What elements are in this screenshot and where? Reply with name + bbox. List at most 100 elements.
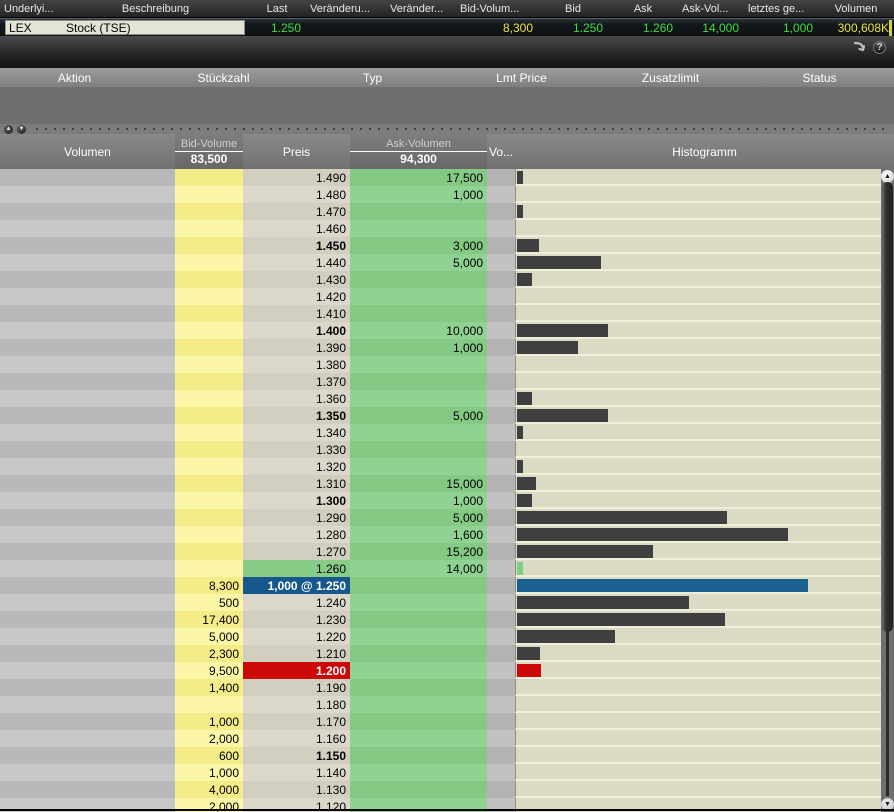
ask-volume-cell[interactable] <box>350 424 487 441</box>
bid-volume-cell[interactable] <box>175 560 243 577</box>
splitter-grip[interactable] <box>36 128 888 130</box>
orders-column-stückzahl[interactable]: Stückzahl <box>149 71 298 85</box>
ask-volume-cell[interactable] <box>350 713 487 730</box>
bid-volume-cell[interactable]: 1,000 <box>175 764 243 781</box>
ladder-header-volume[interactable]: Volumen <box>0 134 175 169</box>
ask-volume-cell[interactable] <box>350 662 487 679</box>
ask-volume-cell[interactable]: 15,000 <box>350 475 487 492</box>
ask-volume-cell[interactable]: 1,000 <box>350 492 487 509</box>
price-cell[interactable]: 1.350 <box>243 407 350 424</box>
bid-volume-cell[interactable] <box>175 458 243 475</box>
splitter-down-icon[interactable]: ▼ <box>17 125 26 134</box>
price-cell[interactable]: 1.410 <box>243 305 350 322</box>
ask-volume-cell[interactable] <box>350 305 487 322</box>
ask-volume-cell[interactable] <box>350 764 487 781</box>
ladder-header-ask-volume[interactable]: Ask-Volumen 94,300 <box>350 134 487 169</box>
ask-volume-cell[interactable] <box>350 220 487 237</box>
bid-volume-cell[interactable]: 2,000 <box>175 730 243 747</box>
bid-volume-cell[interactable] <box>175 407 243 424</box>
bid-volume-cell[interactable] <box>175 509 243 526</box>
price-cell[interactable]: 1.330 <box>243 441 350 458</box>
ask-volume-cell[interactable] <box>350 696 487 713</box>
ask-volume-cell[interactable] <box>350 628 487 645</box>
quote-column-header-4[interactable]: Veränder... <box>386 0 456 17</box>
ask-volume-cell[interactable] <box>350 271 487 288</box>
ask-volume-cell[interactable] <box>350 458 487 475</box>
panel-splitter[interactable]: ▲ ▼ <box>0 124 894 134</box>
bid-volume-cell[interactable]: 600 <box>175 747 243 764</box>
price-cell[interactable]: 1.310 <box>243 475 350 492</box>
ask-volume-cell[interactable] <box>350 441 487 458</box>
bid-volume-cell[interactable] <box>175 237 243 254</box>
ask-volume-cell[interactable] <box>350 747 487 764</box>
ask-volume-cell[interactable]: 14,000 <box>350 560 487 577</box>
ask-volume-cell[interactable]: 1,000 <box>350 339 487 356</box>
bid-volume-cell[interactable]: 9,500 <box>175 662 243 679</box>
quote-column-header-8[interactable]: Ask-Vol... <box>678 0 744 17</box>
bid-volume-cell[interactable] <box>175 475 243 492</box>
ask-volume-cell[interactable] <box>350 594 487 611</box>
ladder-header-bid-volume[interactable]: Bid-Volume 83,500 <box>175 134 243 169</box>
ladder-header-histogram[interactable]: Histogramm <box>515 134 894 169</box>
price-cell[interactable]: 1.220 <box>243 628 350 645</box>
price-cell[interactable]: 1.280 <box>243 526 350 543</box>
ask-volume-cell[interactable] <box>350 645 487 662</box>
bid-volume-cell[interactable] <box>175 390 243 407</box>
bid-volume-cell[interactable]: 1,000 <box>175 713 243 730</box>
bid-volume-cell[interactable] <box>175 220 243 237</box>
price-cell[interactable]: 1.320 <box>243 458 350 475</box>
bid-volume-cell[interactable] <box>175 288 243 305</box>
ask-volume-cell[interactable]: 1,000 <box>350 186 487 203</box>
price-cell[interactable]: 1.150 <box>243 747 350 764</box>
price-cell[interactable]: 1.230 <box>243 611 350 628</box>
quote-column-header-1[interactable]: Beschreibung <box>63 0 248 17</box>
bid-volume-cell[interactable] <box>175 271 243 288</box>
bid-volume-cell[interactable] <box>175 492 243 509</box>
price-cell[interactable]: 1.200 <box>243 662 350 679</box>
ask-volume-cell[interactable] <box>350 288 487 305</box>
price-cell[interactable]: 1.470 <box>243 203 350 220</box>
ask-volume-cell[interactable]: 10,000 <box>350 322 487 339</box>
bid-volume-cell[interactable] <box>175 543 243 560</box>
quote-column-header-6[interactable]: Bid <box>538 0 608 17</box>
price-cell[interactable]: 1.210 <box>243 645 350 662</box>
symbol-cell[interactable]: LEX Stock (TSE) <box>5 20 245 35</box>
price-cell[interactable]: 1.490 <box>243 169 350 186</box>
ask-volume-cell[interactable]: 17,500 <box>350 169 487 186</box>
price-cell[interactable]: 1.270 <box>243 543 350 560</box>
price-cell[interactable]: 1.400 <box>243 322 350 339</box>
orders-column-typ[interactable]: Typ <box>298 71 447 85</box>
price-cell[interactable]: 1.420 <box>243 288 350 305</box>
price-cell[interactable]: 1.390 <box>243 339 350 356</box>
bid-volume-cell[interactable]: 500 <box>175 594 243 611</box>
ask-volume-cell[interactable] <box>350 679 487 696</box>
price-cell[interactable]: 1.140 <box>243 764 350 781</box>
bid-volume-cell[interactable] <box>175 373 243 390</box>
detach-arrow-icon[interactable] <box>853 40 867 54</box>
quote-column-header-3[interactable]: Veränderu... <box>306 0 386 17</box>
ask-volume-cell[interactable]: 5,000 <box>350 407 487 424</box>
quote-column-header-7[interactable]: Ask <box>608 0 678 17</box>
bid-volume-cell[interactable]: 2,300 <box>175 645 243 662</box>
bid-volume-cell[interactable] <box>175 424 243 441</box>
price-cell[interactable]: 1.450 <box>243 237 350 254</box>
ask-volume-cell[interactable]: 5,000 <box>350 254 487 271</box>
price-cell[interactable]: 1.370 <box>243 373 350 390</box>
help-icon[interactable]: ? <box>873 41 886 54</box>
ask-volume-cell[interactable] <box>350 577 487 594</box>
bid-volume-cell[interactable] <box>175 186 243 203</box>
price-cell[interactable]: 1.290 <box>243 509 350 526</box>
price-cell[interactable]: 1.340 <box>243 424 350 441</box>
quote-column-header-5[interactable]: Bid-Volum... <box>456 0 538 17</box>
price-cell[interactable]: 1.240 <box>243 594 350 611</box>
price-cell[interactable]: 1.380 <box>243 356 350 373</box>
bid-volume-cell[interactable]: 1,400 <box>175 679 243 696</box>
price-cell[interactable]: 1.260 <box>243 560 350 577</box>
ask-volume-cell[interactable] <box>350 781 487 798</box>
bid-volume-cell[interactable] <box>175 339 243 356</box>
quote-column-header-10[interactable]: Volumen <box>818 0 894 17</box>
ask-volume-cell[interactable] <box>350 203 487 220</box>
quote-column-header-0[interactable]: Underlyi... <box>0 0 63 17</box>
quote-column-header-9[interactable]: letztes ge... <box>744 0 818 17</box>
scrollbar-thumb[interactable] <box>882 182 893 632</box>
